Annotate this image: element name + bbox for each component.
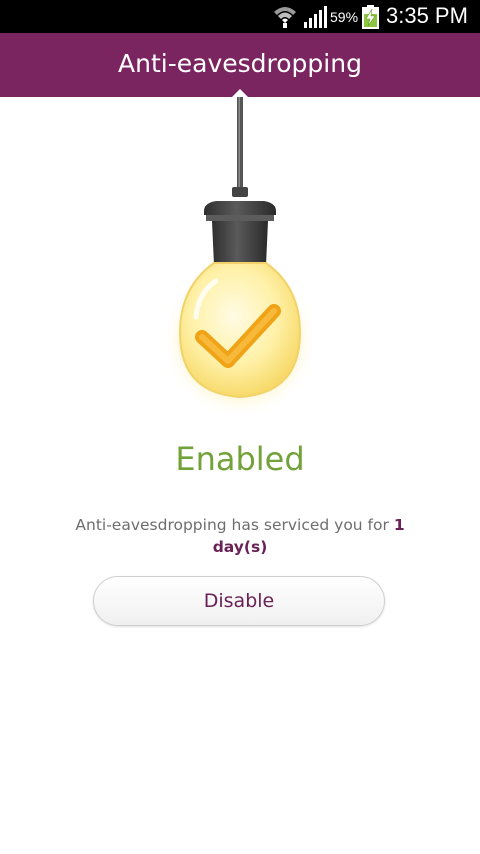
light-bulb-checkmark-icon — [162, 97, 318, 417]
title-notch — [232, 89, 248, 97]
battery-percent: 59% — [330, 9, 359, 25]
status-bar: 59% 3:35 PM — [0, 0, 480, 33]
service-prefix: Anti-eavesdropping has serviced you for — [75, 516, 394, 534]
clock: 3:35 PM — [386, 3, 468, 28]
wifi-icon — [274, 7, 296, 28]
status-label: Enabled — [175, 440, 305, 478]
disable-button[interactable]: Disable — [93, 576, 385, 626]
signal-icon — [304, 6, 327, 28]
app-screen: 59% 3:35 PM Anti-eavesdropping Enabled A… — [0, 0, 480, 854]
title-bar: Anti-eavesdropping — [0, 33, 480, 97]
page-title: Anti-eavesdropping — [118, 49, 362, 78]
battery-charging-icon — [362, 5, 379, 29]
service-duration-text: Anti-eavesdropping has serviced you for … — [60, 514, 420, 558]
